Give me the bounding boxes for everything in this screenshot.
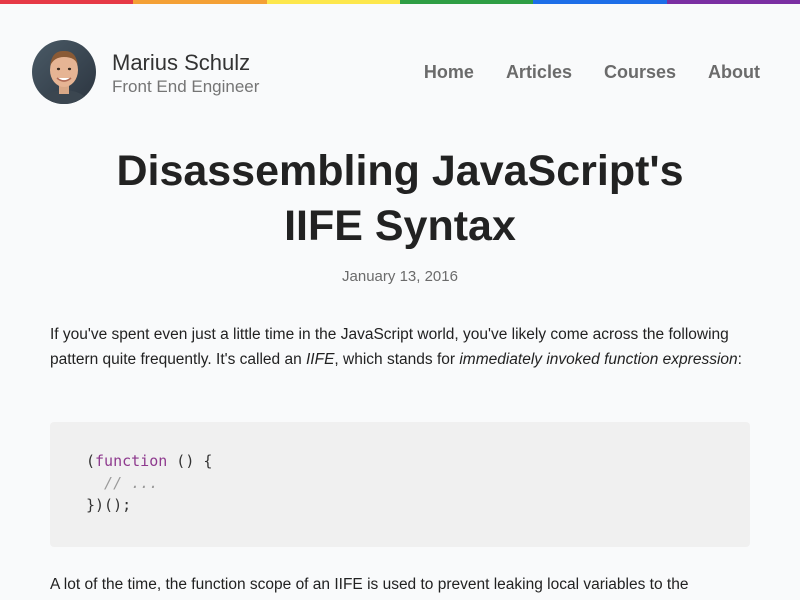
article-title-line2: IIFE Syntax	[284, 202, 516, 250]
code-line1-rest: () {	[167, 452, 213, 470]
intro-em-iife: IIFE	[306, 351, 335, 368]
code-block[interactable]: (function () { // ... })();	[50, 422, 750, 547]
avatar[interactable]	[32, 40, 96, 104]
code-comment: // ...	[86, 474, 159, 492]
second-paragraph: A lot of the time, the function scope of…	[50, 576, 689, 593]
article-title-line1: Disassembling JavaScript's	[116, 147, 684, 195]
site-header: Marius Schulz Front End Engineer Home Ar…	[0, 4, 800, 116]
nav-about-link[interactable]: About	[708, 60, 760, 84]
intro-paragraph: If you've spent even just a little time …	[50, 322, 760, 372]
intro-text-3: :	[737, 351, 742, 368]
nav-home-link[interactable]: Home	[424, 60, 474, 84]
author-role: Front End Engineer	[112, 77, 260, 96]
nav-courses-link[interactable]: Courses	[604, 60, 676, 84]
article-title: Disassembling JavaScript's IIFE Syntax	[80, 144, 720, 254]
article-date: January 13, 2016	[342, 268, 458, 285]
author-photo	[32, 40, 96, 104]
code-line3: })();	[86, 496, 132, 514]
code-content: (function () { // ... })();	[86, 450, 714, 516]
author-name[interactable]: Marius Schulz	[112, 50, 250, 76]
intro-em-definition: immediately invoked function expression	[459, 351, 738, 368]
intro-text-2: , which stands for	[334, 351, 460, 368]
main-nav: Home Articles Courses About	[424, 60, 760, 84]
nav-articles-link[interactable]: Articles	[506, 60, 572, 84]
code-paren-open: (	[86, 452, 96, 470]
code-keyword-function: function	[95, 452, 168, 470]
